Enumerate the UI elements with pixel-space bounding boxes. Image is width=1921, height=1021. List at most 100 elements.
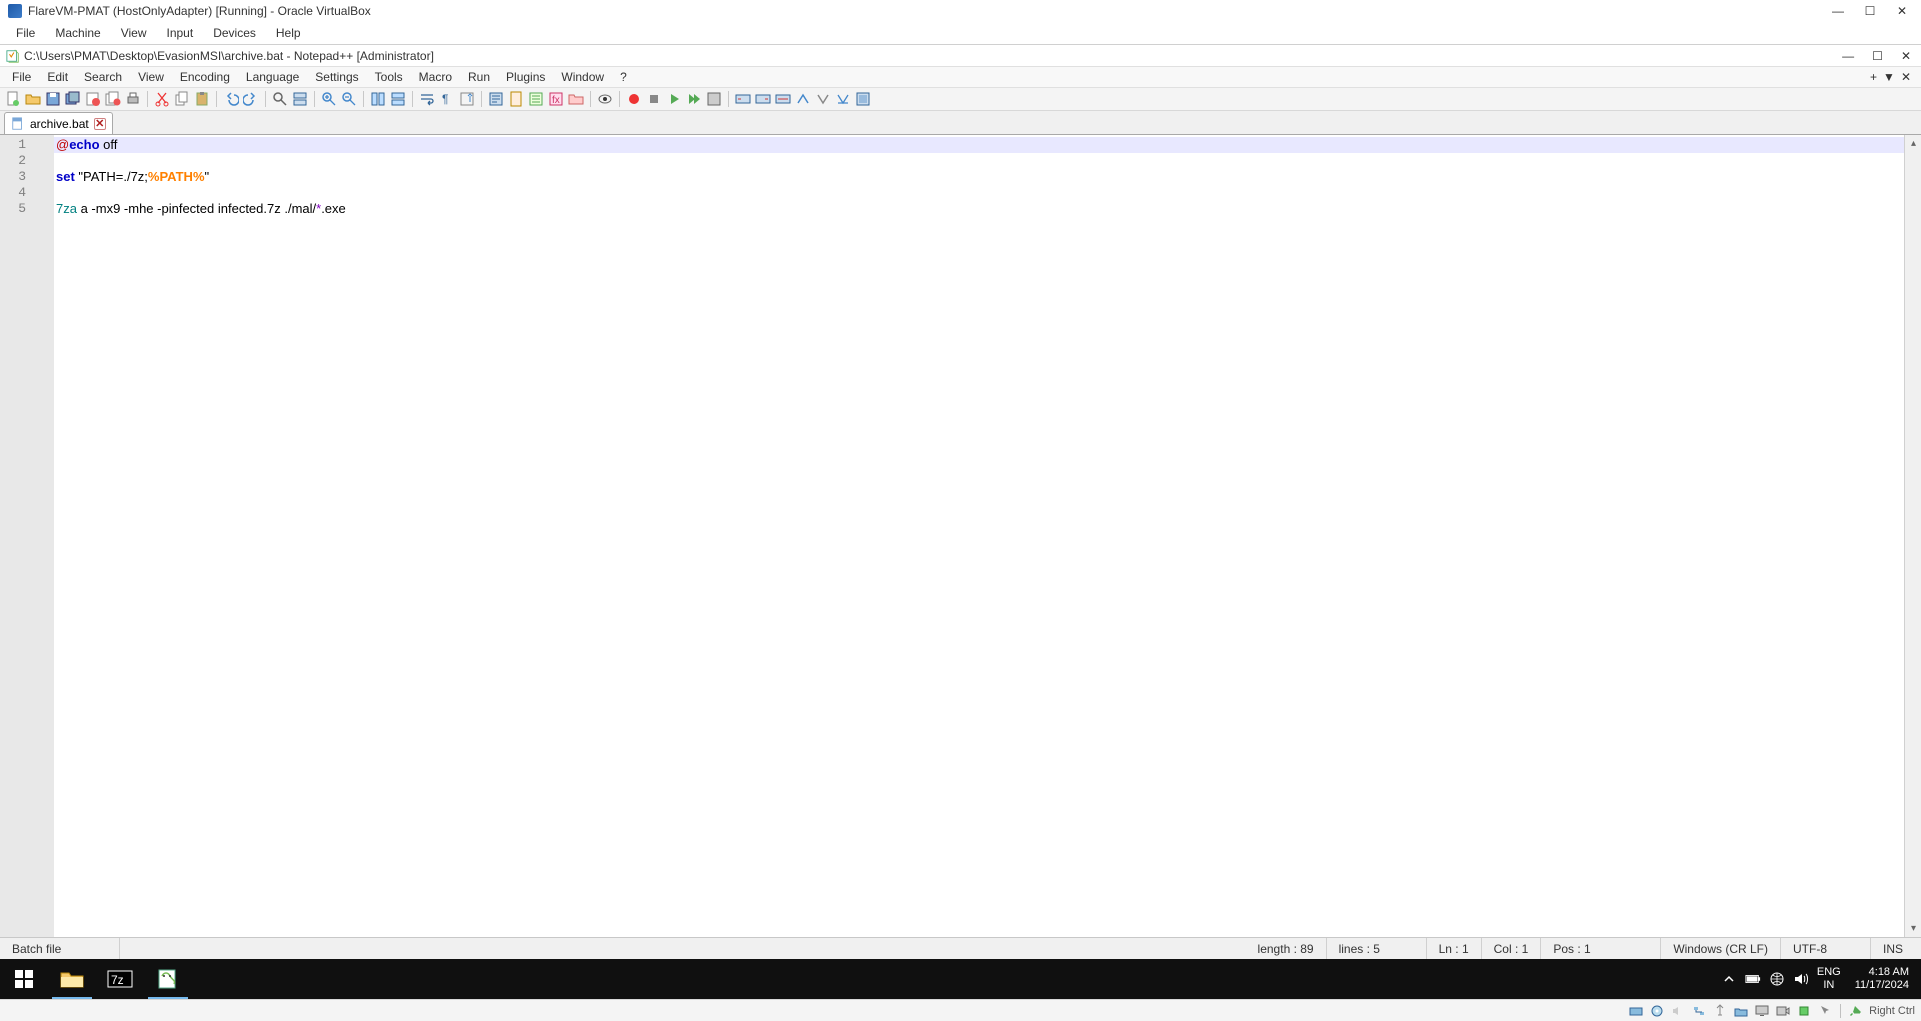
- undo-icon[interactable]: [222, 90, 240, 108]
- npp-menu-window[interactable]: Window: [553, 69, 612, 85]
- sync-vscroll-icon[interactable]: [369, 90, 387, 108]
- status-filetype: Batch file: [0, 938, 120, 959]
- scroll-up-icon[interactable]: ▴: [1905, 135, 1921, 152]
- wordwrap-icon[interactable]: [418, 90, 436, 108]
- virtualbox-menubar: File Machine View Input Devices Help: [0, 22, 1921, 44]
- vb-cpu-icon[interactable]: [1796, 1003, 1812, 1019]
- vb-net-icon[interactable]: [1691, 1003, 1707, 1019]
- code-editor[interactable]: @echo off set "PATH=./7z;%PATH%" 7za a -…: [54, 135, 1904, 937]
- vbox-menu-input[interactable]: Input: [157, 24, 204, 42]
- doc-map-icon[interactable]: [507, 90, 525, 108]
- vb-record-icon[interactable]: [1775, 1003, 1791, 1019]
- npp-menu-settings[interactable]: Settings: [307, 69, 366, 85]
- npp-menu-plugins[interactable]: Plugins: [498, 69, 553, 85]
- new-file-icon[interactable]: [4, 90, 22, 108]
- vertical-scrollbar[interactable]: ▴ ▾: [1904, 135, 1921, 937]
- npp-dropdown-button[interactable]: ▼: [1883, 70, 1895, 84]
- stop-macro-icon[interactable]: [645, 90, 663, 108]
- battery-icon[interactable]: [1745, 971, 1761, 987]
- vbox-menu-file[interactable]: File: [6, 24, 45, 42]
- vbox-minimize-button[interactable]: —: [1831, 4, 1845, 18]
- redo-icon[interactable]: [242, 90, 260, 108]
- scroll-down-icon[interactable]: ▾: [1905, 920, 1921, 937]
- select-all-icon[interactable]: [854, 90, 872, 108]
- tray-chevron-icon[interactable]: [1721, 971, 1737, 987]
- npp-close-button[interactable]: ✕: [1901, 49, 1911, 63]
- play-multi-icon[interactable]: [685, 90, 703, 108]
- sync-hscroll-icon[interactable]: [389, 90, 407, 108]
- vb-audio-icon[interactable]: [1670, 1003, 1686, 1019]
- language-indicator[interactable]: ENGIN: [1817, 966, 1841, 992]
- open-file-icon[interactable]: [24, 90, 42, 108]
- npp-menu-view[interactable]: View: [130, 69, 172, 85]
- zoom-in-icon[interactable]: [320, 90, 338, 108]
- taskbar-7zip[interactable]: 7z: [96, 959, 144, 999]
- zoom-out-icon[interactable]: [340, 90, 358, 108]
- spaces-tab3-icon[interactable]: [774, 90, 792, 108]
- vbox-menu-help[interactable]: Help: [266, 24, 311, 42]
- npp-menu-macro[interactable]: Macro: [411, 69, 460, 85]
- find-icon[interactable]: [271, 90, 289, 108]
- save-macro-icon[interactable]: [705, 90, 723, 108]
- show-all-chars-icon[interactable]: ¶: [438, 90, 456, 108]
- taskbar-explorer[interactable]: [48, 959, 96, 999]
- vb-usb-icon[interactable]: [1712, 1003, 1728, 1019]
- close-file-icon[interactable]: [84, 90, 102, 108]
- editor-area: 1 2 3 4 5 @echo off set "PATH=./7z;%PATH…: [0, 135, 1921, 937]
- npp-x-button[interactable]: ✕: [1901, 70, 1911, 84]
- vbox-close-button[interactable]: ✕: [1895, 4, 1909, 18]
- close-all-icon[interactable]: [104, 90, 122, 108]
- print-icon[interactable]: [124, 90, 142, 108]
- npp-menu-run[interactable]: Run: [460, 69, 498, 85]
- monitor-icon[interactable]: [596, 90, 614, 108]
- npp-menu-file[interactable]: File: [4, 69, 39, 85]
- vb-hdd-icon[interactable]: [1628, 1003, 1644, 1019]
- npp-menu-edit[interactable]: Edit: [39, 69, 76, 85]
- show-indent-icon[interactable]: [458, 90, 476, 108]
- vbox-menu-machine[interactable]: Machine: [45, 24, 110, 42]
- doc-list-icon[interactable]: [527, 90, 545, 108]
- eol-win-icon[interactable]: [794, 90, 812, 108]
- npp-menu-help[interactable]: ?: [612, 69, 635, 85]
- cut-icon[interactable]: [153, 90, 171, 108]
- volume-icon[interactable]: [1793, 971, 1809, 987]
- line-number: 1: [0, 137, 54, 153]
- clock[interactable]: 4:18 AM11/17/2024: [1849, 966, 1915, 992]
- folder-workspace-icon[interactable]: [567, 90, 585, 108]
- npp-plus-button[interactable]: +: [1870, 70, 1877, 84]
- replace-icon[interactable]: [291, 90, 309, 108]
- eol-mac-icon[interactable]: [834, 90, 852, 108]
- npp-minimize-button[interactable]: —: [1842, 49, 1854, 63]
- vb-mouse-icon[interactable]: [1817, 1003, 1833, 1019]
- spaces-tab1-icon[interactable]: [734, 90, 752, 108]
- vb-key-icon[interactable]: [1848, 1003, 1864, 1019]
- copy-icon[interactable]: [173, 90, 191, 108]
- vb-display-icon[interactable]: [1754, 1003, 1770, 1019]
- record-macro-icon[interactable]: [625, 90, 643, 108]
- npp-menu-encoding[interactable]: Encoding: [172, 69, 238, 85]
- npp-menu-search[interactable]: Search: [76, 69, 130, 85]
- paste-icon[interactable]: [193, 90, 211, 108]
- vb-shared-icon[interactable]: [1733, 1003, 1749, 1019]
- vbox-maximize-button[interactable]: ☐: [1863, 4, 1877, 18]
- taskbar-notepadpp[interactable]: [144, 959, 192, 999]
- vbox-menu-view[interactable]: View: [111, 24, 157, 42]
- eol-unix-icon[interactable]: [814, 90, 832, 108]
- vb-cd-icon[interactable]: [1649, 1003, 1665, 1019]
- npp-statusbar: Batch file length : 89 lines : 5 Ln : 1 …: [0, 937, 1921, 959]
- ud-lang-icon[interactable]: [487, 90, 505, 108]
- network-icon[interactable]: [1769, 971, 1785, 987]
- tab-archive-bat[interactable]: archive.bat ✕: [4, 112, 113, 134]
- save-all-icon[interactable]: [64, 90, 82, 108]
- npp-menu-language[interactable]: Language: [238, 69, 307, 85]
- func-list-icon[interactable]: fx: [547, 90, 565, 108]
- vbox-menu-devices[interactable]: Devices: [203, 24, 266, 42]
- line-number: 4: [0, 185, 54, 201]
- tab-close-icon[interactable]: ✕: [94, 118, 106, 130]
- start-button[interactable]: [0, 959, 48, 999]
- play-macro-icon[interactable]: [665, 90, 683, 108]
- spaces-tab2-icon[interactable]: [754, 90, 772, 108]
- save-icon[interactable]: [44, 90, 62, 108]
- npp-maximize-button[interactable]: ☐: [1872, 49, 1883, 63]
- npp-menu-tools[interactable]: Tools: [367, 69, 411, 85]
